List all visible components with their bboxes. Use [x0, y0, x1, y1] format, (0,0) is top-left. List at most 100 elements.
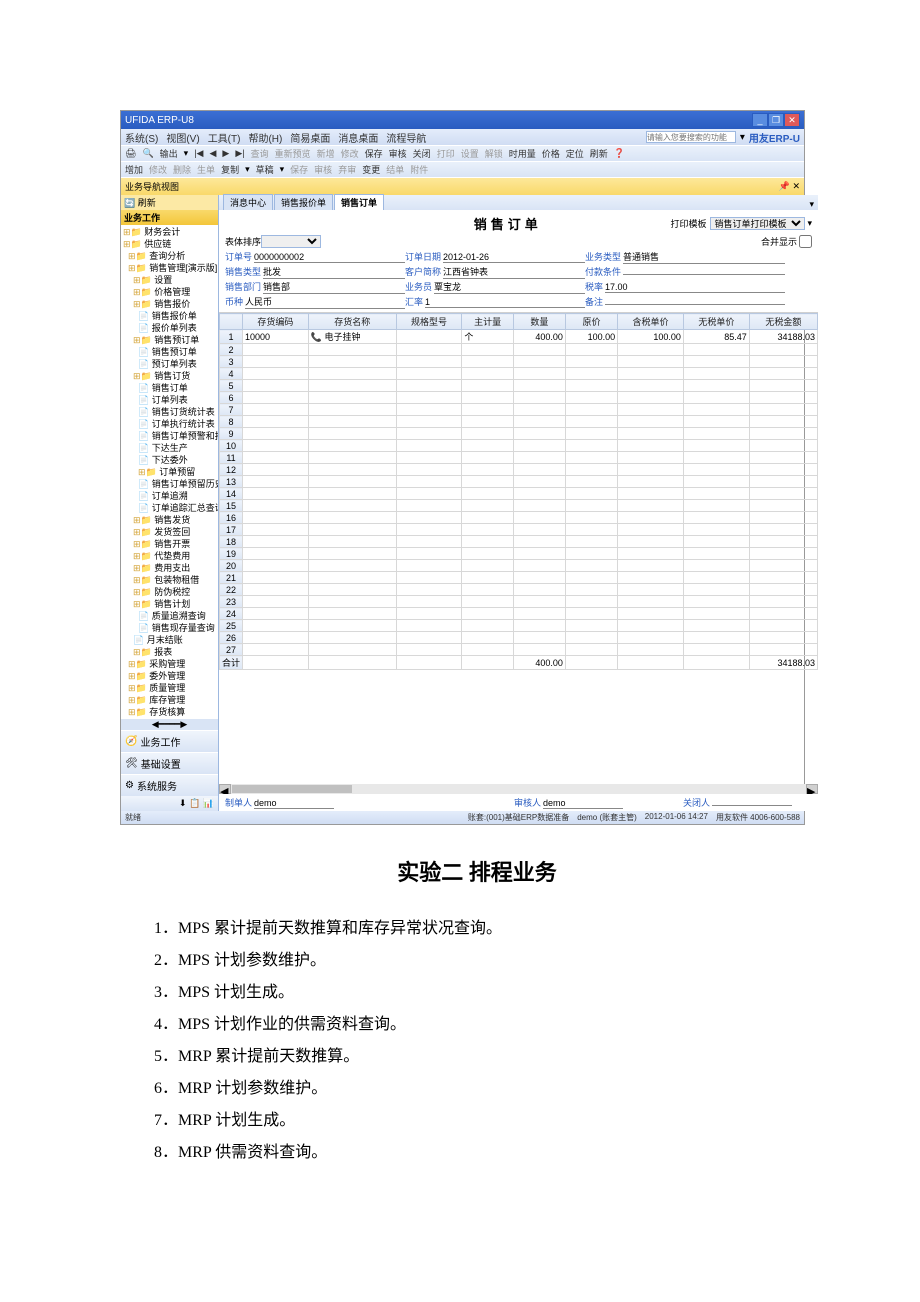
grid-row[interactable]: 4 [220, 368, 818, 380]
tree-node[interactable]: 📄 质量追溯查询 [121, 610, 218, 622]
tb2-delete[interactable]: 删除 [173, 163, 191, 176]
tab-salesorder[interactable]: 销售订单 [334, 194, 384, 210]
tb2-attach[interactable]: 附件 [410, 163, 428, 176]
tb2-unaudit[interactable]: 弃审 [338, 163, 356, 176]
menu-system[interactable]: 系统(S) [125, 130, 158, 145]
grid-row[interactable]: 6 [220, 392, 818, 404]
sort-select[interactable] [261, 235, 321, 248]
grid-col[interactable]: 无税单价 [683, 314, 749, 330]
grid-row[interactable]: 2 [220, 344, 818, 356]
tb-audit[interactable]: 审核 [389, 147, 407, 160]
tree-node[interactable]: 📄 下达生产 [121, 442, 218, 454]
tree-node[interactable]: 📄 月末结账 [121, 634, 218, 646]
tree-node[interactable]: 📄 销售预订单 [121, 346, 218, 358]
minimize-icon[interactable]: _ [752, 113, 768, 127]
maximize-icon[interactable]: ❐ [768, 113, 784, 127]
grid-row[interactable]: 24 [220, 608, 818, 620]
tree-node[interactable]: ⊞📁 销售发货 [121, 514, 218, 526]
tb2-finish[interactable]: 结单 [386, 163, 404, 176]
tab-quote[interactable]: 销售报价单 [274, 194, 333, 210]
tree-node[interactable]: ⊞📁 防伪税控 [121, 586, 218, 598]
grid-row[interactable]: 13 [220, 476, 818, 488]
tree-node[interactable]: ⊞📁 代垫费用 [121, 550, 218, 562]
tree-node[interactable]: ⊞📁 查询分析 [121, 250, 218, 262]
tree-node[interactable]: ⊞📁 委外管理 [121, 670, 218, 682]
val-orderno[interactable]: 0000000002 [254, 252, 405, 263]
grid-row[interactable]: 23 [220, 596, 818, 608]
grid-col[interactable] [220, 314, 243, 330]
grid-row[interactable]: 8 [220, 416, 818, 428]
tb-print-icon[interactable]: 🖨 [125, 148, 136, 159]
grid-row[interactable]: 5 [220, 380, 818, 392]
menu-view[interactable]: 视图(V) [166, 130, 199, 145]
grid-row[interactable]: 18 [220, 536, 818, 548]
navbtn-base[interactable]: 🛠基础设置 [121, 752, 218, 774]
grid-col[interactable]: 数量 [513, 314, 565, 330]
val-paycond[interactable] [623, 274, 785, 275]
grid-col[interactable]: 主计量 [462, 314, 513, 330]
val-biztype[interactable]: 普通销售 [623, 250, 785, 264]
tree-node[interactable]: ⊞📁 库存管理 [121, 694, 218, 706]
tb-repreview[interactable]: 重新预览 [275, 147, 311, 160]
grid-row[interactable]: 10 [220, 440, 818, 452]
tree-node[interactable]: ⊞📁 销售订货 [121, 370, 218, 382]
tb-close[interactable]: 关闭 [413, 147, 431, 160]
val-exrate[interactable]: 1 [425, 297, 585, 308]
grid-row[interactable]: 16 [220, 512, 818, 524]
nav-tree[interactable]: ⊞📁 财务会计⊞📁 供应链 ⊞📁 查询分析 ⊞📁 销售管理[演示版] ⊞📁 设置… [121, 225, 218, 719]
grid-col[interactable]: 原价 [565, 314, 617, 330]
grid-row[interactable]: 14 [220, 488, 818, 500]
tb2-audit[interactable]: 审核 [314, 163, 332, 176]
grid-hscroll[interactable]: ◀▶ [219, 784, 818, 794]
tabs-dropdown-icon[interactable]: ▾ [806, 199, 819, 210]
tb-output[interactable]: 输出 [160, 147, 178, 160]
tree-node[interactable]: ⊞📁 财务会计 [121, 226, 218, 238]
grid-row[interactable]: 22 [220, 584, 818, 596]
tree-node[interactable]: 📄 订单追溯 [121, 490, 218, 502]
print-dropdown-icon[interactable]: ▾ [808, 218, 813, 229]
grid-row[interactable]: 11 [220, 452, 818, 464]
val-saletype[interactable]: 批发 [263, 265, 405, 279]
tree-node[interactable]: 📄 预订单列表 [121, 358, 218, 370]
search-input[interactable] [646, 131, 736, 143]
tree-node[interactable]: ⊞📁 包装物租借 [121, 574, 218, 586]
tb-last-icon[interactable]: ▶| [235, 148, 244, 159]
navbtn-sys[interactable]: ⚙系统服务 [121, 774, 218, 796]
tree-node[interactable]: 📄 下达委外 [121, 454, 218, 466]
tb2-draft[interactable]: 草稿 [256, 163, 274, 176]
nav-refresh[interactable]: 🔄 刷新 [121, 195, 218, 210]
tree-node[interactable]: ⊞📁 销售开票 [121, 538, 218, 550]
nav-scroll[interactable]: ◀━━━━▶ [121, 719, 218, 730]
grid-col[interactable]: 无税金额 [749, 314, 817, 330]
tb-usage[interactable]: 时用量 [509, 147, 536, 160]
tree-node[interactable]: 📄 订单列表 [121, 394, 218, 406]
grid-row[interactable]: 17 [220, 524, 818, 536]
tb2-add[interactable]: 增加 [125, 163, 143, 176]
tree-node[interactable]: 📄 销售订单预留历史 [121, 478, 218, 490]
tb2-change[interactable]: 变更 [362, 163, 380, 176]
grid-row[interactable]: 21 [220, 572, 818, 584]
grid-col[interactable]: 含税单价 [618, 314, 684, 330]
quick-msg-desktop[interactable]: 消息桌面 [338, 130, 378, 145]
grid-row[interactable]: 7 [220, 404, 818, 416]
tree-node[interactable]: ⊞📁 费用支出 [121, 562, 218, 574]
tb-help-icon[interactable]: ❓ [614, 148, 625, 159]
val-currency[interactable]: 人民币 [245, 295, 405, 309]
tree-node[interactable]: 📄 销售订货统计表 [121, 406, 218, 418]
tree-node[interactable]: ⊞📁 质量管理 [121, 682, 218, 694]
detail-grid[interactable]: 存货编码存货名称规格型号主计量数量原价含税单价无税单价无税金额110000📞 电… [219, 313, 818, 784]
val-remark[interactable] [605, 304, 785, 305]
grid-row[interactable]: 9 [220, 428, 818, 440]
tree-node[interactable]: ⊞📁 销售预订单 [121, 334, 218, 346]
navbtn-work[interactable]: 🧭业务工作 [121, 730, 218, 752]
tb-next-icon[interactable]: ▶ [222, 148, 229, 159]
grid-row[interactable]: 25 [220, 620, 818, 632]
tb-locate[interactable]: 定位 [566, 147, 584, 160]
tree-node[interactable]: 📄 销售报价单 [121, 310, 218, 322]
tree-node[interactable]: ⊞📁 采购管理 [121, 658, 218, 670]
tree-node[interactable]: ⊞📁 供应链 [121, 238, 218, 250]
tree-node[interactable]: ⊞📁 报表 [121, 646, 218, 658]
tb-prev-icon[interactable]: ◀ [209, 148, 216, 159]
grid-row[interactable]: 3 [220, 356, 818, 368]
print-template-select[interactable]: 销售订单打印模板 [710, 217, 805, 230]
